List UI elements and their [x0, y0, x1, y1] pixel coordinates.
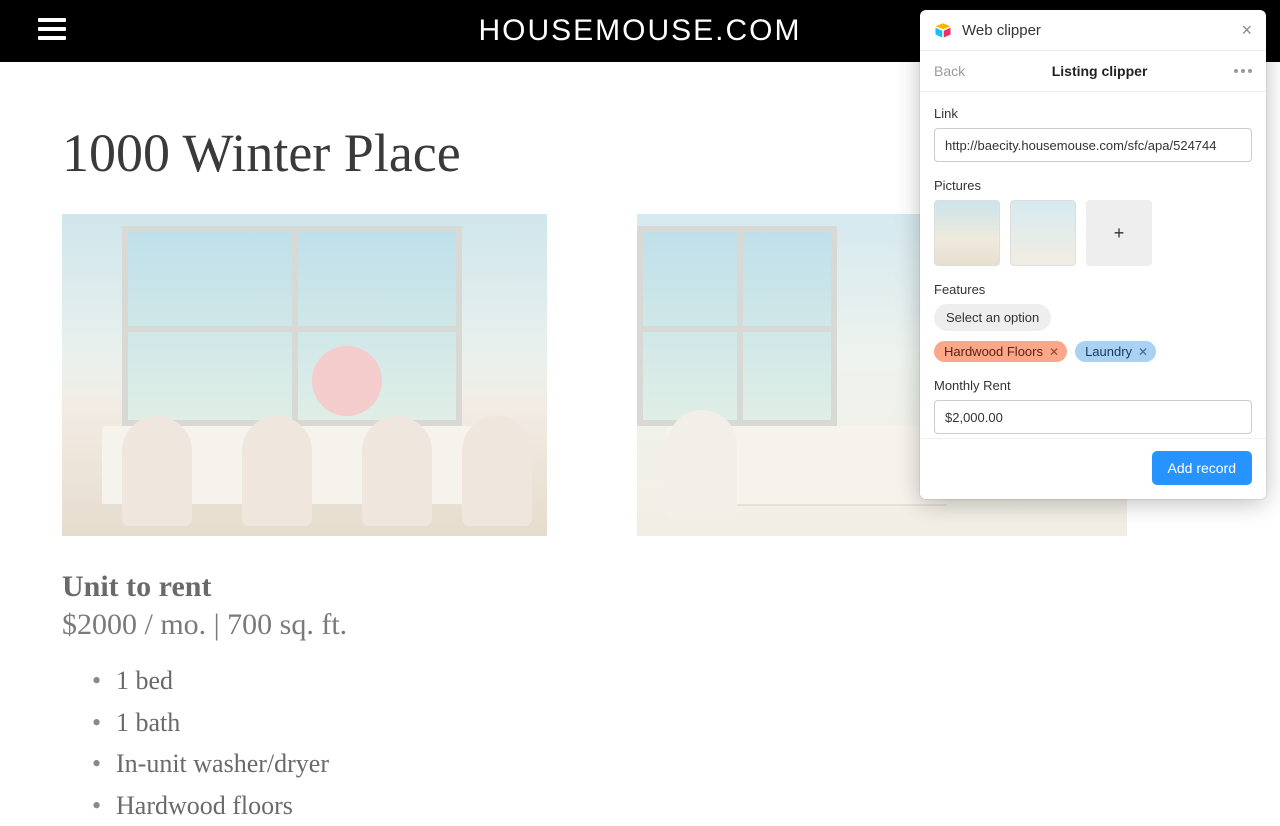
list-item: In-unit washer/dryer	[116, 743, 1280, 785]
list-item: Hardwood floors	[116, 785, 1280, 826]
listing-photo[interactable]	[62, 214, 547, 536]
feature-tag: Hardwood Floors ✕	[934, 341, 1067, 362]
more-options-icon[interactable]	[1234, 69, 1252, 73]
list-item: 1 bath	[116, 702, 1280, 744]
remove-tag-icon[interactable]: ✕	[1049, 345, 1059, 359]
tag-label: Hardwood Floors	[944, 344, 1043, 359]
field-features: Features Select an option Hardwood Floor…	[934, 282, 1252, 362]
back-button[interactable]: Back	[934, 63, 965, 79]
pictures-label: Pictures	[934, 178, 1252, 193]
remove-tag-icon[interactable]: ✕	[1138, 345, 1148, 359]
field-rent: Monthly Rent	[934, 378, 1252, 434]
field-link: Link	[934, 106, 1252, 162]
add-picture-button[interactable]: +	[1086, 200, 1152, 266]
clipper-title: Web clipper	[962, 22, 1231, 39]
field-pictures: Pictures +	[934, 178, 1252, 266]
link-input[interactable]	[934, 128, 1252, 162]
add-record-button[interactable]: Add record	[1152, 451, 1252, 485]
clipper-header: Web clipper ×	[920, 10, 1266, 51]
feature-tag: Laundry ✕	[1075, 341, 1156, 362]
link-label: Link	[934, 106, 1252, 121]
airtable-logo-icon	[934, 21, 952, 39]
listing-priceline: $2000 / mo. | 700 sq. ft.	[62, 608, 1280, 642]
listing-summary: Unit to rent $2000 / mo. | 700 sq. ft.	[62, 570, 1280, 642]
select-option-button[interactable]: Select an option	[934, 304, 1051, 331]
clipper-footer: Add record	[920, 438, 1266, 499]
plus-icon: +	[1114, 223, 1125, 244]
feature-tags: Hardwood Floors ✕ Laundry ✕	[934, 341, 1252, 362]
hamburger-menu-icon[interactable]	[38, 18, 66, 40]
web-clipper-panel: Web clipper × Back Listing clipper Link …	[920, 10, 1266, 499]
tag-label: Laundry	[1085, 344, 1132, 359]
close-icon[interactable]: ×	[1241, 21, 1252, 39]
site-title: HOUSEMOUSE.COM	[478, 14, 801, 48]
listing-details-list: 1 bed 1 bath In-unit washer/dryer Hardwo…	[62, 660, 1280, 826]
features-label: Features	[934, 282, 1252, 297]
rent-input[interactable]	[934, 400, 1252, 434]
rent-label: Monthly Rent	[934, 378, 1252, 393]
list-item: 1 bed	[116, 660, 1280, 702]
picture-thumbnail[interactable]	[1010, 200, 1076, 266]
clipper-subtitle: Listing clipper	[1052, 63, 1148, 79]
listing-subheading: Unit to rent	[62, 570, 1280, 604]
clipper-subheader: Back Listing clipper	[920, 51, 1266, 92]
clipper-body: Link Pictures + Features Select an optio…	[920, 92, 1266, 438]
picture-thumbnail[interactable]	[934, 200, 1000, 266]
